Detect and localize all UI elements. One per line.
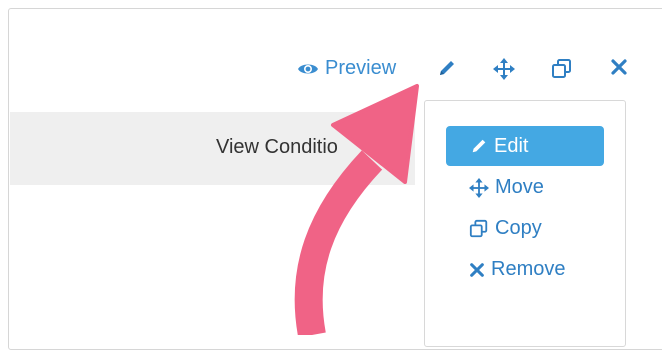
- annotation-arrow: [294, 84, 419, 335]
